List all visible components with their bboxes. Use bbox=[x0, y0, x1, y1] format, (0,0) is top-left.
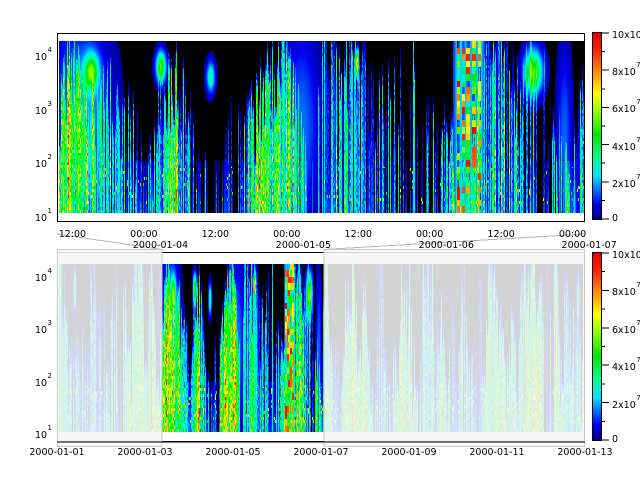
date-tick-label: 2000-01-07 bbox=[562, 240, 617, 251]
x-tick-label: 2000-01-01 bbox=[29, 447, 84, 458]
x-tick-label: 2000-01-05 bbox=[205, 447, 260, 458]
y-tick-label: 101 bbox=[12, 427, 52, 441]
spectrogram-viewer: 12:0000:002000-01-0412:0000:002000-01-05… bbox=[0, 0, 640, 480]
x-tick-label: 2000-01-09 bbox=[381, 447, 436, 458]
colorbar-tick-label: 10x107 bbox=[612, 247, 640, 261]
y-tick-label: 104 bbox=[12, 49, 52, 63]
x-tick-label: 2000-01-07 bbox=[293, 447, 348, 458]
y-tick-label: 103 bbox=[12, 103, 52, 117]
colorbar-tick-label: 0 bbox=[612, 434, 618, 445]
zoom-plot-frame bbox=[58, 34, 585, 222]
x-tick-label: 12:00 bbox=[487, 229, 514, 240]
colorbar-tick-label: 6x107 bbox=[612, 322, 640, 336]
x-tick-label: 12:00 bbox=[345, 229, 372, 240]
x-tick-label: 12:00 bbox=[59, 229, 86, 240]
x-tick-label: 2000-01-03 bbox=[117, 447, 172, 458]
colorbar-tick-label: 6x107 bbox=[612, 101, 640, 115]
y-tick-label: 102 bbox=[12, 375, 52, 389]
colorbar-tick-label: 8x107 bbox=[612, 64, 640, 78]
x-tick-label: 00:00 bbox=[273, 229, 300, 240]
context-excluded-right-overlay[interactable] bbox=[324, 250, 585, 447]
x-tick-label: 00:00 bbox=[559, 229, 586, 240]
x-tick-label: 2000-01-11 bbox=[469, 447, 524, 458]
colorbar-tick-label: 4x107 bbox=[612, 139, 640, 153]
x-tick-label: 00:00 bbox=[130, 229, 157, 240]
colorbar-tick-label: 10x107 bbox=[612, 27, 640, 41]
x-tick-label: 12:00 bbox=[202, 229, 229, 240]
x-tick-label: 00:00 bbox=[416, 229, 443, 240]
y-tick-label: 102 bbox=[12, 156, 52, 170]
y-tick-label: 103 bbox=[12, 322, 52, 336]
context-excluded-left-overlay[interactable] bbox=[58, 250, 163, 447]
colorbar-tick-label: 4x107 bbox=[612, 359, 640, 373]
y-tick-label: 104 bbox=[12, 270, 52, 284]
y-tick-label: 101 bbox=[12, 210, 52, 224]
colorbar-tick-label: 2x107 bbox=[612, 397, 640, 411]
date-tick-label: 2000-01-06 bbox=[419, 240, 474, 251]
colorbar-tick-label: 2x107 bbox=[612, 176, 640, 190]
date-tick-label: 2000-01-04 bbox=[133, 240, 188, 251]
colorbar-tick-label: 8x107 bbox=[612, 284, 640, 298]
date-tick-label: 2000-01-05 bbox=[276, 240, 331, 251]
x-tick-label: 2000-01-13 bbox=[557, 447, 612, 458]
colorbar-tick-label: 0 bbox=[612, 213, 618, 224]
